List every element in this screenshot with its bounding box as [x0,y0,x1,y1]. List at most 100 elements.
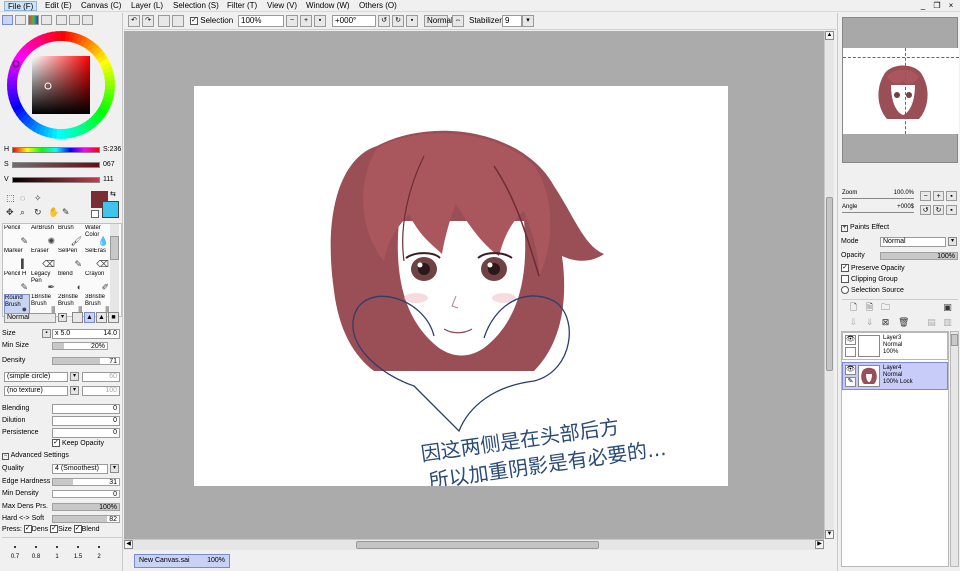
brush-tool-marker[interactable]: Marker ▍ [4,248,30,269]
max-dens-prs-slider[interactable]: 100% [52,503,120,511]
nav-rotate-reset-icon[interactable]: ▪ [946,205,957,215]
nav-rotate-right-icon[interactable]: ↻ [933,205,944,215]
edge-hardness-slider[interactable]: 31 [52,478,120,486]
brush-texture-dropdown-icon[interactable]: ▾ [70,386,79,395]
invert-selection-icon[interactable] [172,15,184,27]
menu-file[interactable]: File (F) [4,1,38,11]
hue-slider[interactable] [12,147,100,153]
transparent-color-icon[interactable] [91,210,99,218]
size-preset[interactable]: 1.5 [69,542,87,564]
move-icon[interactable]: ✥ [6,207,14,218]
brush-shape-select[interactable]: (simple circle) [4,372,68,382]
layer-row[interactable]: 👁 Layer3 Normal 100% [842,332,948,360]
blend-mode-field[interactable]: Normal [424,15,453,27]
size-preset[interactable]: 2 [90,542,108,564]
hsv-slider-mode-icon[interactable] [41,15,52,25]
layer-row-selected[interactable]: 👁 ✎ Layer4 Normal 100% Lock [842,362,948,390]
advanced-settings-header[interactable]: − Advanced Settings [2,451,69,460]
brush-tool-selpen[interactable]: SelPen ✎ [58,248,84,269]
expand-icon[interactable]: + [841,225,848,232]
navigator-angle[interactable]: Angle +000$ [842,204,918,215]
preserve-opacity-checkbox-icon[interactable]: ✓ [841,264,849,273]
brush-tool-brush[interactable]: Brush 🖌 [58,225,84,246]
canvas-horizontal-scrollbar[interactable]: ◀ ▶ [124,539,824,550]
brush-tool-pencil[interactable]: Pencil ✎ [4,225,30,246]
brush-mode-field[interactable]: Normal [4,313,56,323]
vertical-scroll-thumb[interactable] [826,197,833,371]
rgb-slider-mode-icon[interactable] [15,15,26,25]
brush-shape-flat-icon[interactable] [72,312,83,323]
scroll-down-icon[interactable]: ▼ [825,530,834,539]
deselect-icon[interactable] [158,15,170,27]
brush-mode-dropdown-icon[interactable]: ▾ [58,313,67,322]
merge-down-icon[interactable]: ⇓ [864,317,875,328]
brush-shape-medium-icon[interactable]: ▲ [96,312,107,323]
selection-source-radio-icon[interactable] [841,286,849,295]
zoom-in-icon[interactable]: + [300,15,312,27]
keep-opacity-checkbox-icon[interactable]: ✓ [52,439,60,448]
brush-shape-strength[interactable]: 60 [82,372,120,382]
magic-wand-icon[interactable]: ✧ [34,193,42,204]
density-slider[interactable]: 71 [52,357,120,365]
brush-tool-airbrush[interactable]: AirBrush ✺ [31,225,57,246]
apply-mask-icon[interactable]: ▥ [942,317,953,328]
brush-tool-crayon[interactable]: Crayon ✐ [85,271,111,292]
canvas-paper[interactable]: 因这两侧是在头部后方 所以加重阴影是有必要的... [194,86,728,493]
menu-others[interactable]: Others (O) [356,1,400,11]
menu-filter[interactable]: Filter (T) [224,1,260,11]
size-field[interactable]: x 5.0 14.0 [52,329,120,339]
brush-tool-seleras[interactable]: SelEras ⌫ [85,248,111,269]
value-slider[interactable] [12,177,100,183]
nav-zoom-in-icon[interactable]: + [933,191,944,201]
layer-mode-select[interactable]: Normal [880,237,946,247]
size-preset[interactable]: 0.8 [27,542,45,564]
menu-view[interactable]: View (V) [264,1,300,11]
paints-effect-header[interactable]: + Paints Effect [841,223,889,232]
rect-select-icon[interactable]: ⬚ [6,193,15,204]
min-density-slider[interactable]: 0 [52,490,120,498]
keep-opacity-toggle[interactable]: ✓ Keep Opacity [52,439,104,448]
selection-checkbox-icon[interactable]: ✓ [190,16,198,25]
nav-rotate-left-icon[interactable]: ↺ [920,205,931,215]
brush-tool-eraser[interactable]: Eraser ⌫ [31,248,57,269]
brush-tool-blend[interactable]: blend ◐ [58,271,84,292]
new-folder-icon[interactable]: 🗀 [880,302,891,313]
menu-edit[interactable]: Edit (E) [42,1,75,11]
menu-layer[interactable]: Layer (L) [128,1,166,11]
angle-field[interactable]: +000° [332,15,376,27]
brush-tool-pencil-h[interactable]: Pencil H ✎ [4,271,30,292]
palette-mode-icon[interactable] [82,15,93,25]
rotate-left-icon[interactable]: ↺ [378,15,390,27]
layer-lock-icon[interactable] [845,347,856,357]
size-preset[interactable]: 1 [48,542,66,564]
flip-icon[interactable]: ⇔ [452,15,464,27]
menu-canvas[interactable]: Canvas (C) [78,1,124,11]
blend-checkbox-icon[interactable]: ✓ [73,525,82,534]
scroll-up-icon[interactable]: ▲ [825,31,834,40]
close-icon[interactable]: × [944,0,958,11]
rotate-reset-icon[interactable]: ▪ [406,15,418,27]
visibility-eye-icon[interactable]: 👁 [845,365,856,375]
visibility-eye-icon[interactable]: 👁 [845,335,856,345]
hand-icon[interactable]: ✋ [48,207,59,218]
dilution-slider[interactable]: 0 [52,416,120,426]
clipping-group-toggle[interactable]: Clipping Group [841,275,898,284]
horizontal-scroll-thumb[interactable] [356,541,599,549]
min-size-slider[interactable]: 20% [52,342,108,350]
color-wheel[interactable] [6,30,116,140]
new-linework-layer-icon[interactable]: 🗎 [864,302,875,313]
undo-icon[interactable]: ↶ [128,15,140,27]
canvas-vertical-scrollbar[interactable]: ▲ ▼ [824,31,834,539]
navigator-zoom[interactable]: Zoom 100.0% [842,190,918,201]
zoom-field[interactable]: 100% [238,15,284,27]
canvas-viewport[interactable]: 因这两侧是在头部后方 所以加重阴影是有必要的... [124,31,824,539]
zoom-out-icon[interactable]: − [286,15,298,27]
hard-soft-slider[interactable]: 82 [52,515,120,523]
brush-tool-1bristle-brush[interactable]: 1Bristle Brush ⫴ [31,294,57,315]
brush-shape-soft-icon[interactable]: ▲ [84,312,95,323]
selection-toggle[interactable]: ✓ Selection [190,16,233,26]
quality-select[interactable]: 4 (Smoothest) [52,464,108,474]
clear-layer-icon[interactable]: ⊠ [880,317,891,328]
swap-colors-icon[interactable]: ⇆ [110,190,116,198]
scroll-right-icon[interactable]: ▶ [815,540,824,549]
